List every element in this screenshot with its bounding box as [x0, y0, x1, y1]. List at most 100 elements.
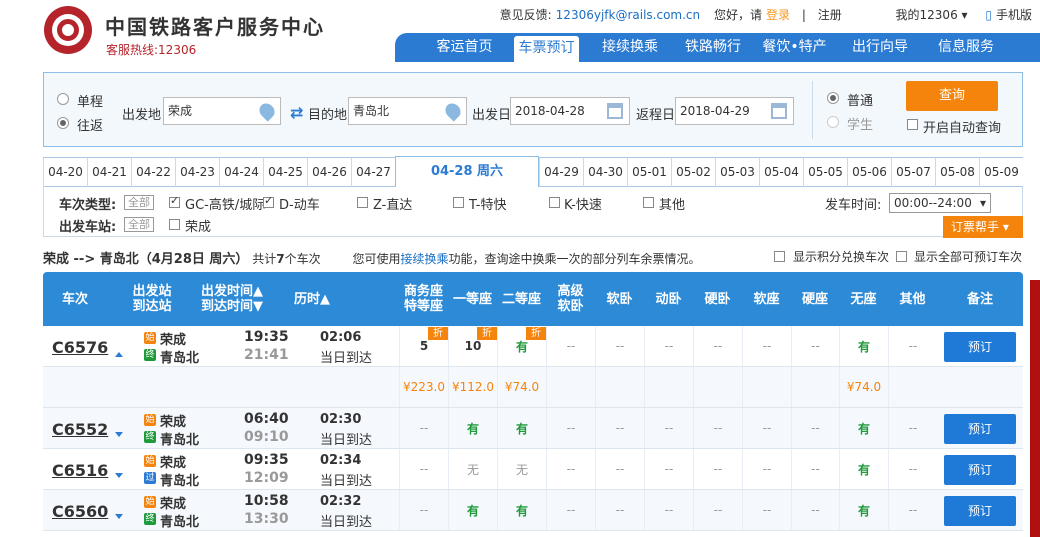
seat-availability: --	[399, 408, 448, 448]
nav-travel-guide[interactable]: 出行向导	[845, 33, 915, 62]
to-station-input[interactable]: 青岛北	[348, 97, 467, 125]
date-tab[interactable]: 04-27	[351, 158, 395, 187]
type-checkbox-other[interactable]	[643, 197, 654, 208]
station-checkbox[interactable]	[169, 219, 180, 230]
nav-dining[interactable]: 餐饮•特产	[757, 33, 832, 62]
chevron-icon[interactable]	[115, 352, 123, 357]
query-button[interactable]: 查询	[906, 81, 998, 111]
seat-price	[595, 367, 644, 407]
book-button[interactable]: 预订	[944, 332, 1016, 362]
nav-railway-pass[interactable]: 铁路畅行	[678, 33, 748, 62]
train-number-link[interactable]: C6552	[52, 420, 108, 439]
book-button[interactable]: 预订	[944, 414, 1016, 444]
date-tab[interactable]: 05-09	[979, 158, 1023, 187]
return-date-input[interactable]: 2018-04-29	[675, 97, 794, 125]
start-station-badge: 始	[144, 332, 156, 344]
seat-availability: 有	[839, 326, 888, 366]
date-tab[interactable]: 04-26	[307, 158, 351, 187]
nav-tickets[interactable]: 车票预订	[514, 36, 579, 62]
date-tab[interactable]: 05-01	[627, 158, 671, 187]
seat-availability: 无	[497, 449, 546, 489]
seat-availability: --	[693, 490, 742, 530]
seat-availability: --	[546, 408, 595, 448]
seat-price	[791, 367, 839, 407]
seat-price: ¥223.0	[399, 367, 448, 407]
date-tab[interactable]: 05-04	[759, 158, 803, 187]
date-tab[interactable]: 04-29	[539, 158, 583, 187]
type-label-k: K-快速	[564, 198, 602, 213]
nav-info[interactable]: 信息服务	[931, 33, 1001, 62]
chevron-icon[interactable]	[115, 432, 123, 437]
seat-price	[742, 367, 791, 407]
train-row: C6552 始荣成终青岛北 06:40 09:10 02:30 当日到达 -- 有有 -- -- -…	[43, 408, 1023, 449]
type-checkbox-k[interactable]	[549, 197, 560, 208]
all-types-button[interactable]: 全部	[124, 195, 154, 210]
railway-logo-icon[interactable]	[44, 6, 92, 54]
train-number-link[interactable]: C6560	[52, 502, 108, 521]
seat-availability: --	[595, 449, 644, 489]
seat-availability: 有	[497, 490, 546, 530]
date-tab[interactable]: 04-25	[263, 158, 307, 187]
from-station-input[interactable]: 荣成	[163, 97, 281, 125]
booking-helper-button[interactable]: 订票帮手 ▾	[943, 216, 1023, 238]
type-label-d: D-动车	[279, 198, 320, 213]
nav-home[interactable]: 客运首页	[427, 33, 502, 62]
date-tab[interactable]: 04-30	[583, 158, 627, 187]
date-tab[interactable]: 05-08	[935, 158, 979, 187]
feedback-email-link[interactable]: 12306yjfk@rails.com.cn	[556, 8, 700, 22]
transfer-link[interactable]: 接续换乘	[400, 252, 448, 266]
all-stations-button[interactable]: 全部	[124, 217, 154, 232]
points-exchange-checkbox[interactable]	[774, 251, 785, 262]
oneway-label: 单程	[77, 95, 104, 110]
site-header: 中国铁路客户服务中心 客服热线:12306 意见反馈: 12306yjfk@rai…	[0, 0, 1040, 62]
type-checkbox-z[interactable]	[357, 197, 368, 208]
seat-availability: --	[595, 326, 644, 366]
my-12306-menu[interactable]: 我的12306 ▾	[896, 8, 968, 22]
book-button[interactable]: 预订	[944, 455, 1016, 485]
nav-transfer[interactable]: 接续换乘	[595, 33, 665, 62]
date-tab[interactable]: 04-21	[87, 158, 131, 187]
student-radio[interactable]	[827, 116, 839, 128]
date-tab[interactable]: 04-22	[131, 158, 175, 187]
date-tab[interactable]: 05-05	[803, 158, 847, 187]
oneway-radio[interactable]	[57, 93, 69, 105]
login-link[interactable]: 登录	[766, 8, 790, 22]
departure-time-select[interactable]: 00:00--24:00 ▾	[889, 193, 991, 213]
seat-availability: --	[742, 449, 791, 489]
train-number-link[interactable]: C6576	[52, 338, 108, 357]
date-tab[interactable]: 04-23	[175, 158, 219, 187]
all-bookable-checkbox[interactable]	[896, 251, 907, 262]
type-checkbox-gc[interactable]	[169, 194, 180, 208]
seat-availability: --	[644, 490, 693, 530]
date-tab[interactable]: 05-06	[847, 158, 891, 187]
end-station-badge: 终	[144, 431, 156, 443]
type-checkbox-d[interactable]	[263, 194, 274, 208]
search-panel: 单程 往返 出发地 荣成 ⇄ 目的地 青岛北 出发日 2018-04-28 返程…	[43, 72, 1023, 147]
mobile-link[interactable]: 手机版	[996, 8, 1032, 22]
departure-date-input[interactable]: 2018-04-28	[510, 97, 630, 125]
type-checkbox-t[interactable]	[453, 197, 464, 208]
count-prefix: 共计	[252, 252, 277, 266]
seat-availability: 有	[448, 490, 497, 530]
date-tab[interactable]: 04-20	[43, 158, 87, 187]
train-number-link[interactable]: C6516	[52, 461, 108, 480]
register-link[interactable]: 注册	[818, 8, 842, 22]
roundtrip-radio[interactable]	[57, 117, 69, 129]
date-tab[interactable]: 04-24	[219, 158, 263, 187]
swap-stations-icon[interactable]: ⇄	[290, 103, 303, 122]
seat-price: ¥74.0	[497, 367, 546, 407]
date-tab-selected[interactable]: 04-28 周六	[395, 156, 539, 188]
normal-radio[interactable]	[827, 92, 839, 104]
auto-query-label: 开启自动查询	[923, 121, 1002, 136]
to-station: 青岛北	[160, 474, 200, 489]
auto-query-checkbox[interactable]	[907, 119, 918, 130]
column-header[interactable]: 出发时间▲ 到达时间▼	[197, 272, 267, 326]
chevron-icon[interactable]	[115, 514, 123, 519]
date-tab[interactable]: 05-07	[891, 158, 935, 187]
chevron-icon[interactable]	[115, 473, 123, 478]
book-button[interactable]: 预订	[944, 496, 1016, 526]
date-tab[interactable]: 05-03	[715, 158, 759, 187]
date-tab[interactable]: 05-02	[671, 158, 715, 187]
seat-availability: --	[644, 326, 693, 366]
column-header[interactable]: 历时▲	[267, 272, 357, 326]
